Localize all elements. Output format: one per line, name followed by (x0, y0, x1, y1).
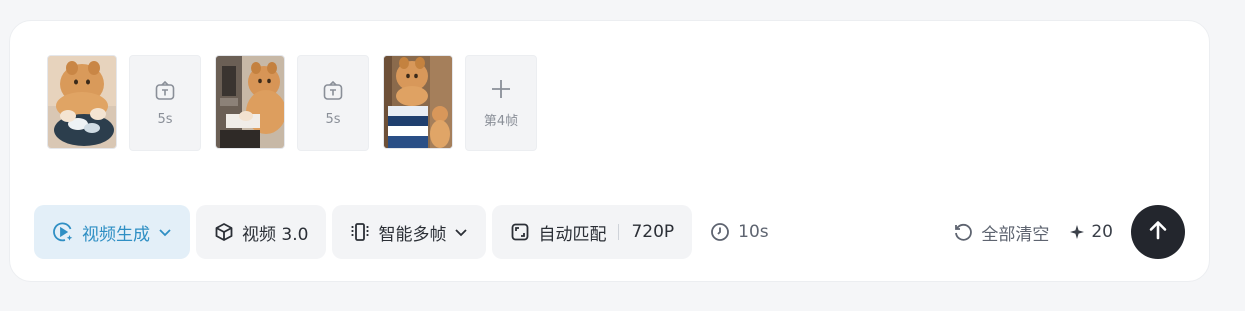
timer-icon (710, 222, 730, 242)
multi-frame-icon (350, 222, 370, 242)
clear-all-label: 全部清空 (981, 224, 1050, 245)
model-label: 视频 3.0 (242, 224, 309, 245)
credits-cost: 20 (1069, 222, 1113, 242)
cube-icon (214, 222, 234, 242)
ratio-label: 自动匹配 (538, 224, 607, 245)
frame-strip: 5s 5s 第4帧 (47, 55, 551, 151)
action-bar: 全部清空 20 (953, 205, 1185, 259)
options-toolbar: 视频生成 视频 3.0 智能多帧 自动匹配 720P 10s (34, 205, 769, 259)
submit-button[interactable] (1131, 205, 1185, 259)
chip-divider (618, 224, 620, 240)
duration-label: 10s (738, 222, 769, 242)
model-selector[interactable]: 视频 3.0 (196, 205, 327, 259)
plus-icon (490, 78, 512, 104)
arrow-up-icon (1146, 218, 1170, 246)
frame-thumbnail-3[interactable] (383, 55, 453, 149)
video-play-icon (52, 221, 74, 243)
sparkle-icon (1069, 224, 1085, 240)
cat-photo-1 (48, 56, 116, 148)
resolution-label: 720P (631, 222, 675, 242)
chevron-down-icon (158, 225, 172, 239)
transition-duration-label: 5s (157, 111, 173, 127)
add-frame-button[interactable]: 第4帧 (465, 55, 537, 151)
mode-label: 视频生成 (82, 224, 150, 245)
composer-card: 5s 5s 第4帧 视频生成 视频 3.0 智能多帧 自动匹配 720P 10s… (9, 20, 1210, 282)
mode-selector[interactable]: 视频生成 (34, 205, 190, 259)
frames-mode-label: 智能多帧 (378, 224, 447, 245)
aspect-ratio-icon (510, 222, 530, 242)
transition-slot-1[interactable]: 5s (129, 55, 201, 151)
transition-duration-label: 5s (325, 111, 341, 127)
chevron-down-icon (454, 225, 468, 239)
add-frame-label: 第4帧 (483, 113, 519, 129)
clear-all-button[interactable]: 全部清空 (953, 220, 1049, 245)
credits-value: 20 (1091, 222, 1113, 242)
text-frame-icon (322, 80, 344, 106)
text-frame-icon (154, 80, 176, 106)
ratio-resolution-selector[interactable]: 自动匹配 720P (492, 205, 693, 259)
frame-thumbnail-1[interactable] (47, 55, 117, 149)
cat-photo-2 (216, 56, 284, 148)
frames-mode-selector[interactable]: 智能多帧 (332, 205, 487, 259)
cat-photo-3 (384, 56, 452, 148)
duration-selector[interactable]: 10s (710, 222, 769, 242)
frame-thumbnail-2[interactable] (215, 55, 285, 149)
reset-icon (953, 222, 973, 242)
transition-slot-2[interactable]: 5s (297, 55, 369, 151)
